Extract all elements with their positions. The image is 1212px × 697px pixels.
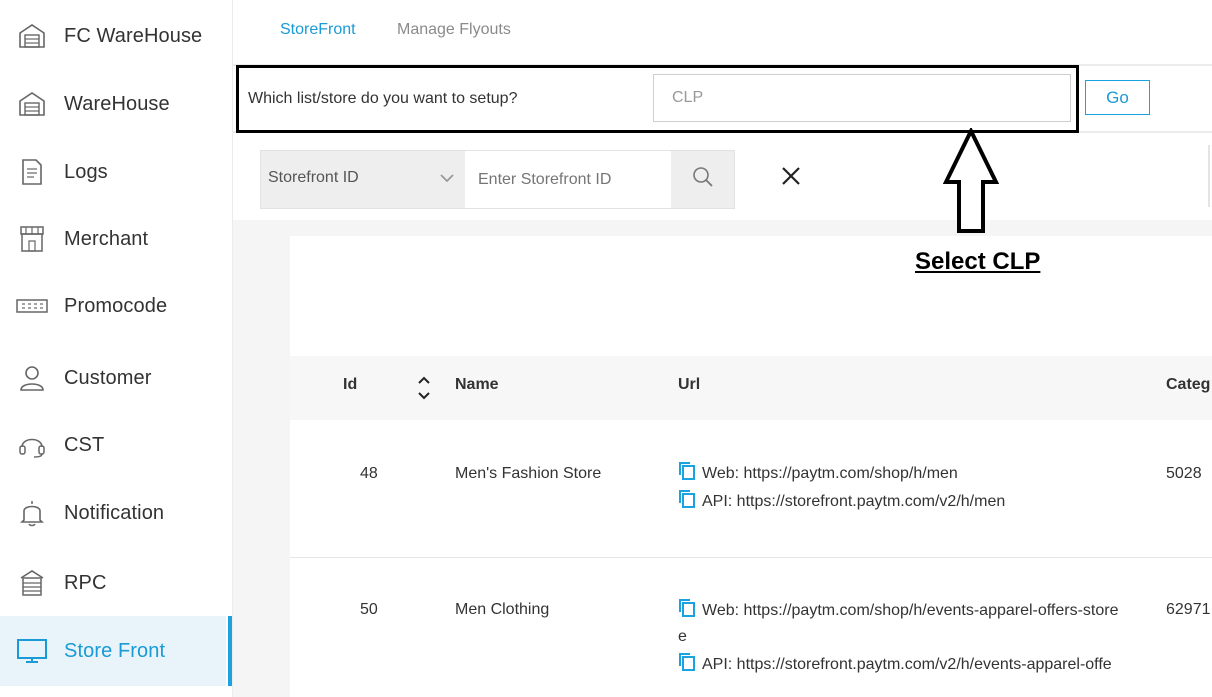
monitor-icon — [16, 635, 48, 667]
sidebar-item-label: Customer — [64, 366, 152, 389]
column-header-url: Url — [678, 376, 701, 393]
sort-icon[interactable] — [417, 374, 431, 407]
top-panel: StoreFront Manage Flyouts Which list/sto… — [233, 0, 1212, 220]
annotation-arrow-icon — [942, 126, 1000, 239]
document-icon — [16, 156, 48, 188]
row-id: 48 — [360, 465, 378, 482]
column-header-category: Categ — [1166, 376, 1211, 393]
user-icon — [16, 362, 48, 394]
sidebar-item-customer[interactable]: Customer — [0, 346, 226, 410]
sidebar: FC WareHouse WareHouse Logs Merchant Pro… — [0, 0, 233, 697]
sidebar-item-label: Notification — [64, 501, 165, 524]
store-type-input[interactable]: CLP — [653, 74, 1071, 122]
annotation-label: Select CLP — [915, 248, 1041, 275]
url-web: Web: https://paytm.com/shop/h/men — [702, 465, 958, 482]
url-api-line: API: https://storefront.paytm.com/v2/h/m… — [678, 489, 1005, 514]
headset-icon — [16, 429, 48, 461]
column-header-id[interactable]: Id — [343, 376, 357, 394]
sidebar-item-rpc[interactable]: RPC — [0, 551, 226, 615]
sidebar-item-label: FC WareHouse — [64, 24, 203, 47]
storefront-id-input[interactable] — [466, 151, 670, 208]
row-category: 5028 — [1166, 465, 1202, 482]
tab-storefront[interactable]: StoreFront — [280, 21, 356, 39]
sidebar-item-logs[interactable]: Logs — [0, 140, 226, 204]
row-category: 62971 — [1166, 601, 1211, 618]
search-bar: Storefront ID — [260, 150, 735, 209]
url-web: Web: https://paytm.com/shop/h/events-app… — [702, 602, 1119, 619]
url-api: API: https://storefront.paytm.com/v2/h/m… — [702, 493, 1006, 510]
sidebar-item-label: Store Front — [64, 639, 166, 662]
search-field-select[interactable]: Storefront ID — [261, 151, 465, 208]
warehouse-icon — [16, 88, 48, 120]
sidebar-item-label: Logs — [64, 160, 108, 183]
bell-icon — [16, 497, 48, 529]
setup-highlight-box: Which list/store do you want to setup? C… — [236, 65, 1079, 133]
column-header-name: Name — [455, 376, 499, 393]
main-content: StoreFront Manage Flyouts Which list/sto… — [233, 0, 1212, 697]
row-name: Men's Fashion Store — [455, 465, 602, 482]
select-value: Storefront ID — [268, 169, 359, 186]
sidebar-item-label: WareHouse — [64, 92, 170, 115]
copy-icon[interactable] — [678, 489, 696, 514]
sidebar-item-label: CST — [64, 433, 105, 456]
divider — [1208, 145, 1210, 207]
url-web-line: Web: https://paytm.com/shop/h/men — [678, 461, 958, 486]
close-icon — [780, 165, 802, 192]
chevron-down-icon — [439, 171, 455, 189]
sidebar-item-notification[interactable]: Notification — [0, 481, 226, 545]
url-api: API: https://storefront.paytm.com/v2/h/e… — [702, 656, 1112, 673]
table-header: Id Name Url Categ — [290, 356, 1212, 420]
copy-icon[interactable] — [678, 598, 696, 623]
sidebar-item-warehouse[interactable]: WareHouse — [0, 72, 226, 136]
sidebar-item-cst[interactable]: CST — [0, 413, 226, 477]
sidebar-item-merchant[interactable]: Merchant — [0, 207, 226, 271]
go-button[interactable]: Go — [1085, 80, 1150, 115]
search-button[interactable] — [671, 151, 734, 208]
copy-icon[interactable] — [678, 652, 696, 677]
setup-question-label: Which list/store do you want to setup? — [248, 90, 518, 107]
sidebar-item-label: Merchant — [64, 227, 149, 250]
copy-icon[interactable] — [678, 461, 696, 486]
url-web-line: Web: https://paytm.com/shop/h/events-app… — [678, 598, 1119, 623]
sidebar-item-fc-warehouse[interactable]: FC WareHouse — [0, 4, 226, 68]
search-icon — [691, 165, 715, 194]
sidebar-item-promocode[interactable]: Promocode — [0, 274, 226, 338]
warehouse-icon — [16, 20, 48, 52]
building-icon — [16, 567, 48, 599]
sidebar-item-store-front[interactable]: Store Front — [0, 616, 232, 686]
row-id: 50 — [360, 601, 378, 618]
active-indicator — [228, 616, 232, 686]
ticket-icon — [16, 290, 48, 322]
url-api-line: API: https://storefront.paytm.com/v2/h/e… — [678, 652, 1112, 677]
table-row: 48 Men's Fashion Store Web: https://payt… — [290, 421, 1212, 558]
table-row: 50 Men Clothing Web: https://paytm.com/s… — [290, 558, 1212, 697]
sidebar-item-label: RPC — [64, 571, 107, 594]
tab-manage-flyouts[interactable]: Manage Flyouts — [397, 21, 511, 39]
store-icon — [16, 223, 48, 255]
sidebar-item-label: Promocode — [64, 294, 168, 317]
clear-button[interactable] — [778, 165, 804, 191]
url-web-wrap: e — [678, 628, 687, 645]
row-name: Men Clothing — [455, 601, 550, 618]
